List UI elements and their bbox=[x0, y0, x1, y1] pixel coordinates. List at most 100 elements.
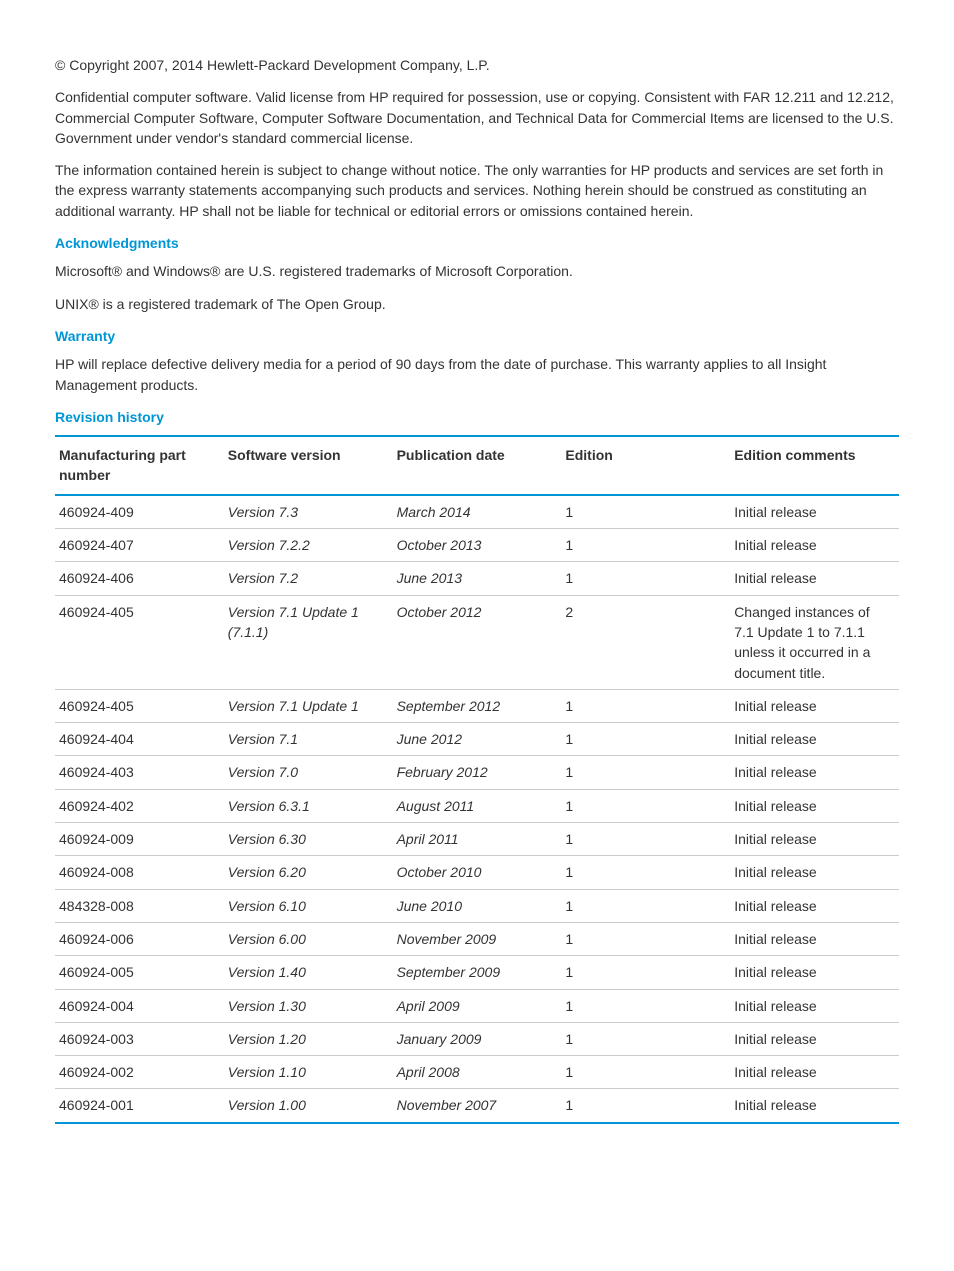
cell-comments: Initial release bbox=[730, 495, 899, 529]
cell-part: 460924-404 bbox=[55, 723, 224, 756]
cell-date: September 2009 bbox=[393, 956, 562, 989]
cell-comments: Initial release bbox=[730, 823, 899, 856]
cell-comments: Initial release bbox=[730, 562, 899, 595]
cell-edition: 1 bbox=[561, 856, 730, 889]
cell-part: 460924-403 bbox=[55, 756, 224, 789]
revision-history-table: Manufacturing part number Software versi… bbox=[55, 435, 899, 1124]
cell-comments: Initial release bbox=[730, 956, 899, 989]
acknowledgments-heading: Acknowledgments bbox=[55, 233, 899, 253]
cell-date: September 2012 bbox=[393, 689, 562, 722]
cell-date: April 2011 bbox=[393, 823, 562, 856]
column-header-part: Manufacturing part number bbox=[55, 436, 224, 495]
warranty-heading: Warranty bbox=[55, 326, 899, 346]
cell-date: November 2009 bbox=[393, 922, 562, 955]
cell-edition: 1 bbox=[561, 922, 730, 955]
cell-date: January 2009 bbox=[393, 1022, 562, 1055]
cell-part: 460924-405 bbox=[55, 595, 224, 689]
cell-date: August 2011 bbox=[393, 789, 562, 822]
cell-comments: Initial release bbox=[730, 989, 899, 1022]
cell-edition: 1 bbox=[561, 689, 730, 722]
cell-date: October 2010 bbox=[393, 856, 562, 889]
cell-version: Version 6.3.1 bbox=[224, 789, 393, 822]
table-row: 460924-409Version 7.3March 20141Initial … bbox=[55, 495, 899, 529]
cell-version: Version 6.30 bbox=[224, 823, 393, 856]
cell-comments: Initial release bbox=[730, 723, 899, 756]
cell-version: Version 1.10 bbox=[224, 1056, 393, 1089]
table-row: 460924-008Version 6.20October 20101Initi… bbox=[55, 856, 899, 889]
cell-comments: Initial release bbox=[730, 529, 899, 562]
table-row: 460924-003Version 1.20January 20091Initi… bbox=[55, 1022, 899, 1055]
cell-version: Version 7.1 Update 1 bbox=[224, 689, 393, 722]
cell-date: March 2014 bbox=[393, 495, 562, 529]
cell-edition: 1 bbox=[561, 989, 730, 1022]
cell-comments: Initial release bbox=[730, 756, 899, 789]
table-row: 460924-407Version 7.2.2October 20131Init… bbox=[55, 529, 899, 562]
column-header-comments: Edition comments bbox=[730, 436, 899, 495]
cell-comments: Initial release bbox=[730, 889, 899, 922]
cell-edition: 2 bbox=[561, 595, 730, 689]
cell-date: October 2013 bbox=[393, 529, 562, 562]
cell-date: October 2012 bbox=[393, 595, 562, 689]
disclaimer-paragraph: The information contained herein is subj… bbox=[55, 160, 899, 221]
table-row: 460924-002Version 1.10April 20081Initial… bbox=[55, 1056, 899, 1089]
cell-version: Version 1.20 bbox=[224, 1022, 393, 1055]
cell-edition: 1 bbox=[561, 723, 730, 756]
cell-version: Version 1.30 bbox=[224, 989, 393, 1022]
cell-version: Version 1.40 bbox=[224, 956, 393, 989]
cell-date: June 2013 bbox=[393, 562, 562, 595]
cell-comments: Initial release bbox=[730, 1022, 899, 1055]
cell-part: 460924-005 bbox=[55, 956, 224, 989]
cell-edition: 1 bbox=[561, 1056, 730, 1089]
cell-part: 460924-409 bbox=[55, 495, 224, 529]
table-row: 460924-404Version 7.1June 20121Initial r… bbox=[55, 723, 899, 756]
table-row: 460924-005Version 1.40September 20091Ini… bbox=[55, 956, 899, 989]
cell-version: Version 7.2.2 bbox=[224, 529, 393, 562]
table-row: 460924-001Version 1.00November 20071Init… bbox=[55, 1089, 899, 1123]
cell-part: 460924-402 bbox=[55, 789, 224, 822]
cell-part: 460924-004 bbox=[55, 989, 224, 1022]
table-row: 460924-006Version 6.00November 20091Init… bbox=[55, 922, 899, 955]
cell-edition: 1 bbox=[561, 889, 730, 922]
column-header-version: Software version bbox=[224, 436, 393, 495]
cell-edition: 1 bbox=[561, 562, 730, 595]
cell-part: 460924-407 bbox=[55, 529, 224, 562]
acknowledgments-text-1: Microsoft® and Windows® are U.S. registe… bbox=[55, 261, 899, 281]
cell-part: 460924-406 bbox=[55, 562, 224, 595]
column-header-edition: Edition bbox=[561, 436, 730, 495]
cell-edition: 1 bbox=[561, 1089, 730, 1123]
acknowledgments-text-2: UNIX® is a registered trademark of The O… bbox=[55, 294, 899, 314]
cell-edition: 1 bbox=[561, 956, 730, 989]
cell-version: Version 7.1 Update 1 (7.1.1) bbox=[224, 595, 393, 689]
warranty-text: HP will replace defective delivery media… bbox=[55, 354, 899, 395]
cell-part: 484328-008 bbox=[55, 889, 224, 922]
column-header-date: Publication date bbox=[393, 436, 562, 495]
cell-version: Version 1.00 bbox=[224, 1089, 393, 1123]
cell-comments: Initial release bbox=[730, 789, 899, 822]
cell-date: April 2008 bbox=[393, 1056, 562, 1089]
table-row: 484328-008Version 6.10June 20101Initial … bbox=[55, 889, 899, 922]
table-header-row: Manufacturing part number Software versi… bbox=[55, 436, 899, 495]
cell-part: 460924-002 bbox=[55, 1056, 224, 1089]
table-row: 460924-004Version 1.30April 20091Initial… bbox=[55, 989, 899, 1022]
cell-comments: Initial release bbox=[730, 1089, 899, 1123]
cell-part: 460924-001 bbox=[55, 1089, 224, 1123]
cell-edition: 1 bbox=[561, 823, 730, 856]
table-row: 460924-009Version 6.30April 20111Initial… bbox=[55, 823, 899, 856]
table-row: 460924-406Version 7.2June 20131Initial r… bbox=[55, 562, 899, 595]
cell-part: 460924-008 bbox=[55, 856, 224, 889]
cell-edition: 1 bbox=[561, 1022, 730, 1055]
table-row: 460924-405Version 7.1 Update 1 (7.1.1)Oc… bbox=[55, 595, 899, 689]
cell-version: Version 6.10 bbox=[224, 889, 393, 922]
cell-version: Version 7.2 bbox=[224, 562, 393, 595]
cell-edition: 1 bbox=[561, 789, 730, 822]
table-row: 460924-402Version 6.3.1August 20111Initi… bbox=[55, 789, 899, 822]
cell-part: 460924-405 bbox=[55, 689, 224, 722]
cell-part: 460924-009 bbox=[55, 823, 224, 856]
cell-date: June 2012 bbox=[393, 723, 562, 756]
cell-version: Version 6.00 bbox=[224, 922, 393, 955]
table-row: 460924-405Version 7.1 Update 1September … bbox=[55, 689, 899, 722]
cell-version: Version 7.0 bbox=[224, 756, 393, 789]
table-row: 460924-403Version 7.0February 20121Initi… bbox=[55, 756, 899, 789]
revision-history-heading: Revision history bbox=[55, 407, 899, 427]
cell-comments: Initial release bbox=[730, 1056, 899, 1089]
